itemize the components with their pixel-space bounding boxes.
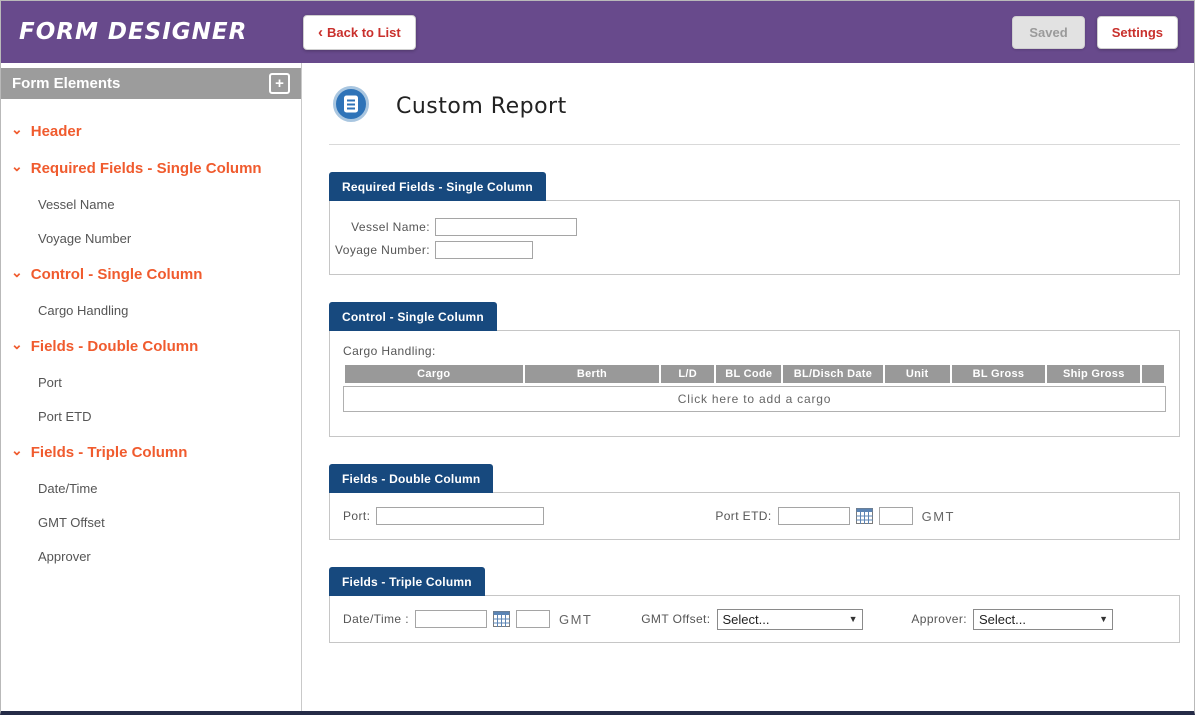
date-time-group: Date/Time : GMT bbox=[343, 610, 592, 628]
approver-select[interactable]: Select... ▼ bbox=[973, 609, 1113, 630]
port-label: Port: bbox=[343, 509, 370, 523]
back-arrow-icon: ‹ bbox=[318, 24, 323, 41]
chevron-down-icon: ⌄ bbox=[11, 446, 23, 454]
sidebar-item-gmt-offset[interactable]: GMT Offset bbox=[38, 515, 301, 530]
chevron-down-icon: ⌄ bbox=[11, 162, 23, 170]
report-header: Custom Report bbox=[329, 63, 1180, 145]
column-header-berth: Berth bbox=[525, 365, 660, 383]
sidebar-item-cargo-handling[interactable]: Cargo Handling bbox=[38, 303, 301, 318]
group-label: Control - Single Column bbox=[31, 266, 203, 283]
gmt-offset-group: GMT Offset: Select... ▼ bbox=[641, 609, 862, 630]
selected-value: Select... bbox=[979, 612, 1026, 627]
group-label: Header bbox=[31, 123, 82, 140]
column-header-actions bbox=[1142, 365, 1164, 383]
gmt-offset-label: GMT Offset: bbox=[641, 612, 710, 626]
sidebar-item-port-etd[interactable]: Port ETD bbox=[38, 409, 301, 424]
add-element-button[interactable]: + bbox=[269, 73, 290, 94]
section-control: Control - Single Column Cargo Handling: … bbox=[329, 301, 1180, 437]
section-double-column: Fields - Double Column Port: Port ETD: bbox=[329, 463, 1180, 540]
app-title: FORM DESIGNER bbox=[1, 19, 281, 45]
sidebar-group-required-fields[interactable]: ⌄ Required Fields - Single Column bbox=[11, 160, 301, 177]
sidebar-item-port[interactable]: Port bbox=[38, 375, 301, 390]
vessel-name-label: Vessel Name: bbox=[330, 220, 430, 234]
gmt-label: GMT bbox=[922, 509, 955, 524]
selected-value: Select... bbox=[723, 612, 770, 627]
port-etd-date-input[interactable] bbox=[778, 507, 850, 525]
sidebar-item-date-time[interactable]: Date/Time bbox=[38, 481, 301, 496]
vessel-name-row: Vessel Name: bbox=[330, 218, 1179, 236]
report-document-icon bbox=[332, 85, 370, 128]
column-header-unit: Unit bbox=[885, 365, 950, 383]
sidebar-item-approver[interactable]: Approver bbox=[38, 549, 301, 564]
control-body: Cargo Handling: Cargo Berth L/D BL Code … bbox=[329, 330, 1180, 437]
sidebar-header: Form Elements + bbox=[1, 68, 301, 99]
back-to-list-button[interactable]: ‹ Back to List bbox=[303, 15, 416, 50]
section-required-fields: Required Fields - Single Column Vessel N… bbox=[329, 171, 1180, 275]
saved-button[interactable]: Saved bbox=[1012, 16, 1084, 49]
vessel-name-input[interactable] bbox=[435, 218, 577, 236]
date-time-time-input[interactable] bbox=[516, 610, 550, 628]
form-elements-sidebar: Form Elements + ⌄ Header ⌄ Required Fiel… bbox=[1, 63, 302, 711]
section-tab-double-column: Fields - Double Column bbox=[329, 464, 493, 493]
port-group: Port: bbox=[343, 507, 544, 525]
chevron-down-icon: ⌄ bbox=[11, 125, 23, 133]
sidebar-title: Form Elements bbox=[12, 75, 120, 92]
sidebar-group-double-column[interactable]: ⌄ Fields - Double Column bbox=[11, 338, 301, 355]
port-etd-label: Port ETD: bbox=[715, 509, 771, 523]
sidebar-group-control[interactable]: ⌄ Control - Single Column bbox=[11, 266, 301, 283]
port-input[interactable] bbox=[376, 507, 544, 525]
cargo-table: Cargo Berth L/D BL Code BL/Disch Date Un… bbox=[343, 365, 1166, 383]
topbar-actions: Saved Settings bbox=[1012, 16, 1194, 49]
column-header-ld: L/D bbox=[661, 365, 714, 383]
column-header-cargo: Cargo bbox=[345, 365, 523, 383]
section-tab-required-fields: Required Fields - Single Column bbox=[329, 172, 546, 201]
page-title: Custom Report bbox=[396, 94, 567, 119]
column-header-bl-disch-date: BL/Disch Date bbox=[783, 365, 882, 383]
sidebar-item-vessel-name[interactable]: Vessel Name bbox=[38, 197, 301, 212]
settings-button[interactable]: Settings bbox=[1097, 16, 1178, 49]
back-to-list-label: Back to List bbox=[327, 25, 401, 40]
approver-label: Approver: bbox=[911, 612, 967, 626]
dropdown-arrow-icon: ▼ bbox=[849, 614, 858, 624]
calendar-icon[interactable] bbox=[856, 508, 873, 524]
column-header-ship-gross: Ship Gross bbox=[1047, 365, 1140, 383]
date-time-label: Date/Time : bbox=[343, 612, 409, 626]
port-etd-time-input[interactable] bbox=[879, 507, 913, 525]
form-canvas: Custom Report Required Fields - Single C… bbox=[302, 63, 1194, 711]
port-etd-group: Port ETD: GMT bbox=[715, 507, 955, 525]
voyage-number-row: Voyage Number: bbox=[330, 241, 1179, 259]
triple-column-body: Date/Time : GMT GMT Offset: bbox=[329, 595, 1180, 643]
group-label: Fields - Triple Column bbox=[31, 444, 188, 461]
page: FORM DESIGNER ‹ Back to List Saved Settin… bbox=[0, 0, 1195, 715]
calendar-icon[interactable] bbox=[493, 611, 510, 627]
sidebar-item-voyage-number[interactable]: Voyage Number bbox=[38, 231, 301, 246]
section-tab-triple-column: Fields - Triple Column bbox=[329, 567, 485, 596]
chevron-down-icon: ⌄ bbox=[11, 268, 23, 276]
sidebar-group-triple-column[interactable]: ⌄ Fields - Triple Column bbox=[11, 444, 301, 461]
group-label: Fields - Double Column bbox=[31, 338, 199, 355]
section-tab-control: Control - Single Column bbox=[329, 302, 497, 331]
sidebar-group-header[interactable]: ⌄ Header bbox=[11, 123, 301, 140]
column-header-bl-gross: BL Gross bbox=[952, 365, 1045, 383]
group-label: Required Fields - Single Column bbox=[31, 160, 262, 177]
required-fields-body: Vessel Name: Voyage Number: bbox=[329, 200, 1180, 275]
cargo-handling-label: Cargo Handling: bbox=[343, 344, 1166, 358]
chevron-down-icon: ⌄ bbox=[11, 340, 23, 348]
dropdown-arrow-icon: ▼ bbox=[1099, 614, 1108, 624]
add-cargo-row[interactable]: Click here to add a cargo bbox=[343, 386, 1166, 412]
double-column-body: Port: Port ETD: GMT bbox=[329, 492, 1180, 540]
approver-group: Approver: Select... ▼ bbox=[911, 609, 1113, 630]
top-bar: FORM DESIGNER ‹ Back to List Saved Settin… bbox=[1, 1, 1194, 63]
voyage-number-input[interactable] bbox=[435, 241, 533, 259]
column-header-bl-code: BL Code bbox=[716, 365, 781, 383]
section-triple-column: Fields - Triple Column Date/Time : GMT bbox=[329, 566, 1180, 643]
gmt-offset-select[interactable]: Select... ▼ bbox=[717, 609, 863, 630]
form-elements-tree: ⌄ Header ⌄ Required Fields - Single Colu… bbox=[1, 99, 301, 564]
voyage-number-label: Voyage Number: bbox=[330, 243, 430, 257]
cargo-table-header-row: Cargo Berth L/D BL Code BL/Disch Date Un… bbox=[345, 365, 1164, 383]
date-time-date-input[interactable] bbox=[415, 610, 487, 628]
gmt-label: GMT bbox=[559, 612, 592, 627]
